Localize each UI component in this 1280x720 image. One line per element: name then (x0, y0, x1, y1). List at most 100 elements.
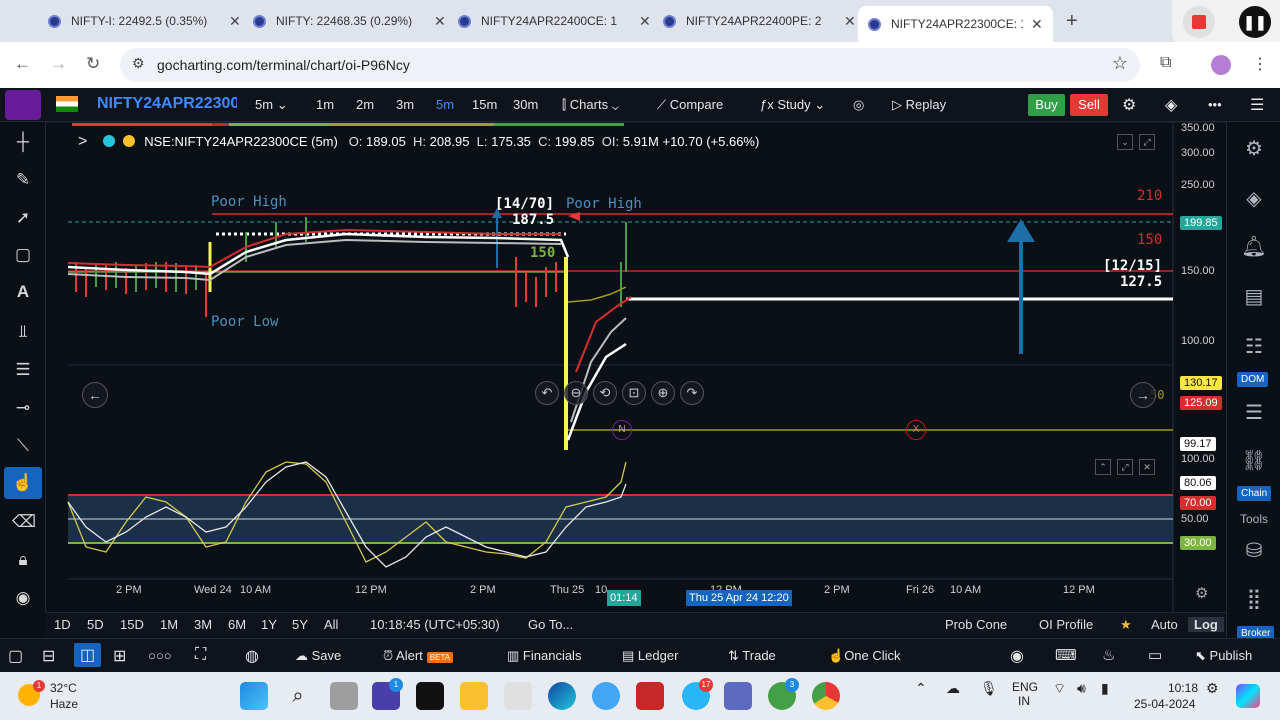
favorite-star-icon[interactable]: ★ (1120, 617, 1132, 633)
redo-icon[interactable]: ↷ (680, 381, 704, 405)
store-icon[interactable] (504, 682, 532, 710)
zoom-in-icon[interactable]: ⊕ (651, 381, 675, 405)
pitchfork-icon[interactable]: ☰ (12, 360, 34, 380)
close-icon[interactable]: ✕ (1031, 16, 1043, 33)
wifi-icon[interactable]: ⌔ (1053, 680, 1066, 698)
chrome-icon[interactable] (812, 682, 840, 710)
maximize-icon[interactable]: ⤢ (1139, 134, 1155, 150)
expand-legend-icon[interactable]: > (78, 133, 87, 150)
url-field[interactable]: ⚙ gocharting.com/terminal/chart/oi-P96Nc… (120, 48, 1140, 82)
pen-icon[interactable]: ✎ (12, 170, 34, 190)
log-scale-button[interactable]: Log (1188, 617, 1224, 632)
microphone-icon[interactable]: 🎙︎ (980, 680, 998, 697)
interval-2m[interactable]: 2m (356, 97, 374, 112)
close-icon[interactable]: ✕ (229, 13, 241, 30)
layout-split-h-icon[interactable]: ⊟ (42, 646, 55, 666)
scroll-left-button[interactable]: ← (82, 382, 108, 408)
palette-icon[interactable]: ◍ (245, 646, 259, 666)
symbol-search[interactable]: NIFTY24APR22300CE (97, 95, 237, 113)
trade-button[interactable]: ⇅ Trade (728, 648, 776, 664)
collapse-icon[interactable]: ⌄ (1117, 134, 1133, 150)
pause-button[interactable]: ❚❚ (1239, 6, 1271, 38)
layout-split-v-icon[interactable]: ◫ (74, 643, 102, 667)
notes-icon[interactable]: ▤ (1241, 284, 1267, 309)
financials-button[interactable]: ▥ Financials (507, 648, 581, 664)
oi-profile-button[interactable]: OI Profile (1039, 617, 1093, 632)
close-icon[interactable]: ✕ (639, 13, 651, 30)
fib-tool-icon[interactable]: ⫫ (12, 322, 34, 342)
buy-button[interactable]: Buy (1028, 94, 1065, 116)
lock-icon[interactable]: 🔒︎ (12, 550, 34, 570)
fullscreen-icon[interactable]: ⛶ (195, 646, 206, 664)
notification-icon[interactable]: ⚙ (1206, 680, 1219, 697)
axis-settings-icon[interactable]: ⚙ (1195, 584, 1208, 602)
layers-icon[interactable]: ◈ (1165, 95, 1177, 115)
browser-tab[interactable]: NIFTY: 22468.35 (0.29%) ✕ (243, 6, 456, 36)
rectangle-icon[interactable]: ▢ (12, 245, 34, 265)
sell-button[interactable]: Sell (1070, 94, 1108, 116)
compare-button[interactable]: ⟋ Compare (657, 97, 723, 113)
pane-close-icon[interactable]: ✕ (1139, 459, 1155, 475)
settings-gear-icon[interactable]: ⚙ (1122, 95, 1136, 115)
mcafee-icon[interactable] (636, 682, 664, 710)
pane-maximize-icon[interactable]: ⤢ (1117, 459, 1133, 475)
user-avatar[interactable] (5, 90, 41, 120)
range-5y[interactable]: 5Y (292, 617, 308, 632)
task-view-icon[interactable] (330, 682, 358, 710)
tradingview-icon[interactable] (416, 682, 444, 710)
layout-grid-icon[interactable]: ⊞ (113, 646, 126, 666)
battery-icon[interactable]: ▮ (1101, 680, 1109, 697)
interval-dropdown[interactable]: 5m ⌄ (255, 97, 288, 113)
study-button[interactable]: ƒx Study ⌄ (760, 97, 825, 113)
help-icon[interactable] (592, 682, 620, 710)
layers-icon[interactable]: ◈ (1241, 186, 1267, 211)
settings-gear-icon[interactable]: ⚙ (1241, 136, 1267, 161)
instagram-icon[interactable]: ◎ (853, 97, 864, 113)
new-tab-icon[interactable]: + (1066, 10, 1078, 33)
file-explorer-icon[interactable] (460, 682, 488, 710)
chain-link-icon[interactable]: ⛓ (1241, 448, 1267, 473)
range-all[interactable]: All (324, 617, 338, 632)
browser-tab[interactable]: NIFTY24APR22400CE: 1 ✕ (448, 6, 661, 36)
ledger-button[interactable]: ▤ Ledger (622, 648, 678, 664)
windows-start-icon[interactable] (240, 682, 268, 710)
layout-single-icon[interactable]: ▢ (8, 646, 23, 666)
publish-button[interactable]: ⬉ Publish (1195, 648, 1252, 664)
menu-kebab-icon[interactable]: ⋮ (1252, 54, 1268, 74)
range-1y[interactable]: 1Y (261, 617, 277, 632)
extensions-icon[interactable]: ⧉ (1160, 54, 1171, 72)
marker-n[interactable]: N (612, 420, 632, 440)
scroll-right-button[interactable]: → (1130, 382, 1156, 408)
profile-avatar[interactable] (1211, 55, 1231, 75)
forward-icon[interactable]: → (50, 54, 67, 74)
horizontal-line-icon[interactable]: ⊸ (12, 398, 34, 418)
interval-3m[interactable]: 3m (396, 97, 414, 112)
range-15d[interactable]: 15D (120, 617, 144, 632)
replay-button[interactable]: ▷ Replay (892, 97, 946, 113)
language-indicator[interactable]: ENG IN (1012, 680, 1038, 708)
close-icon[interactable]: ✕ (844, 13, 856, 30)
interval-15m[interactable]: 15m (472, 97, 497, 112)
range-1d[interactable]: 1D (54, 617, 71, 632)
alert-button[interactable]: ⏰︎ Alert BETA (383, 648, 454, 664)
range-3m[interactable]: 3M (194, 617, 212, 632)
edge-icon[interactable] (548, 682, 576, 710)
one-click-button[interactable]: ☝One Click (828, 648, 901, 664)
hand-pan-icon[interactable]: ☝ (4, 467, 42, 499)
save-button[interactable]: ☁ Save (295, 648, 341, 664)
eraser-icon[interactable]: ⌫ (12, 512, 36, 532)
interval-1m[interactable]: 1m (316, 97, 334, 112)
charts-button[interactable]: ⫿ Charts ⌄ (562, 97, 619, 113)
list-icon[interactable]: ☰ (1241, 400, 1267, 425)
volume-icon[interactable]: 🔊︎ (1077, 680, 1086, 697)
crosshair-icon[interactable]: ┼ (12, 132, 34, 152)
calculator-icon[interactable] (724, 682, 752, 710)
database-icon[interactable]: ⛁ (1241, 538, 1267, 563)
undo-icon[interactable]: ↶ (535, 381, 559, 405)
grid-apps-icon[interactable]: ⣿ (1241, 586, 1267, 611)
go-to-button[interactable]: Go To... (528, 617, 573, 632)
bell-alert-icon[interactable]: 🔔︎ (1241, 234, 1267, 259)
tray-chevron-icon[interactable]: ⌃ (915, 680, 927, 697)
text-tool-icon[interactable]: A (12, 282, 34, 302)
browser-tab[interactable]: NIFTY24APR22400PE: 2 ✕ (653, 6, 866, 36)
